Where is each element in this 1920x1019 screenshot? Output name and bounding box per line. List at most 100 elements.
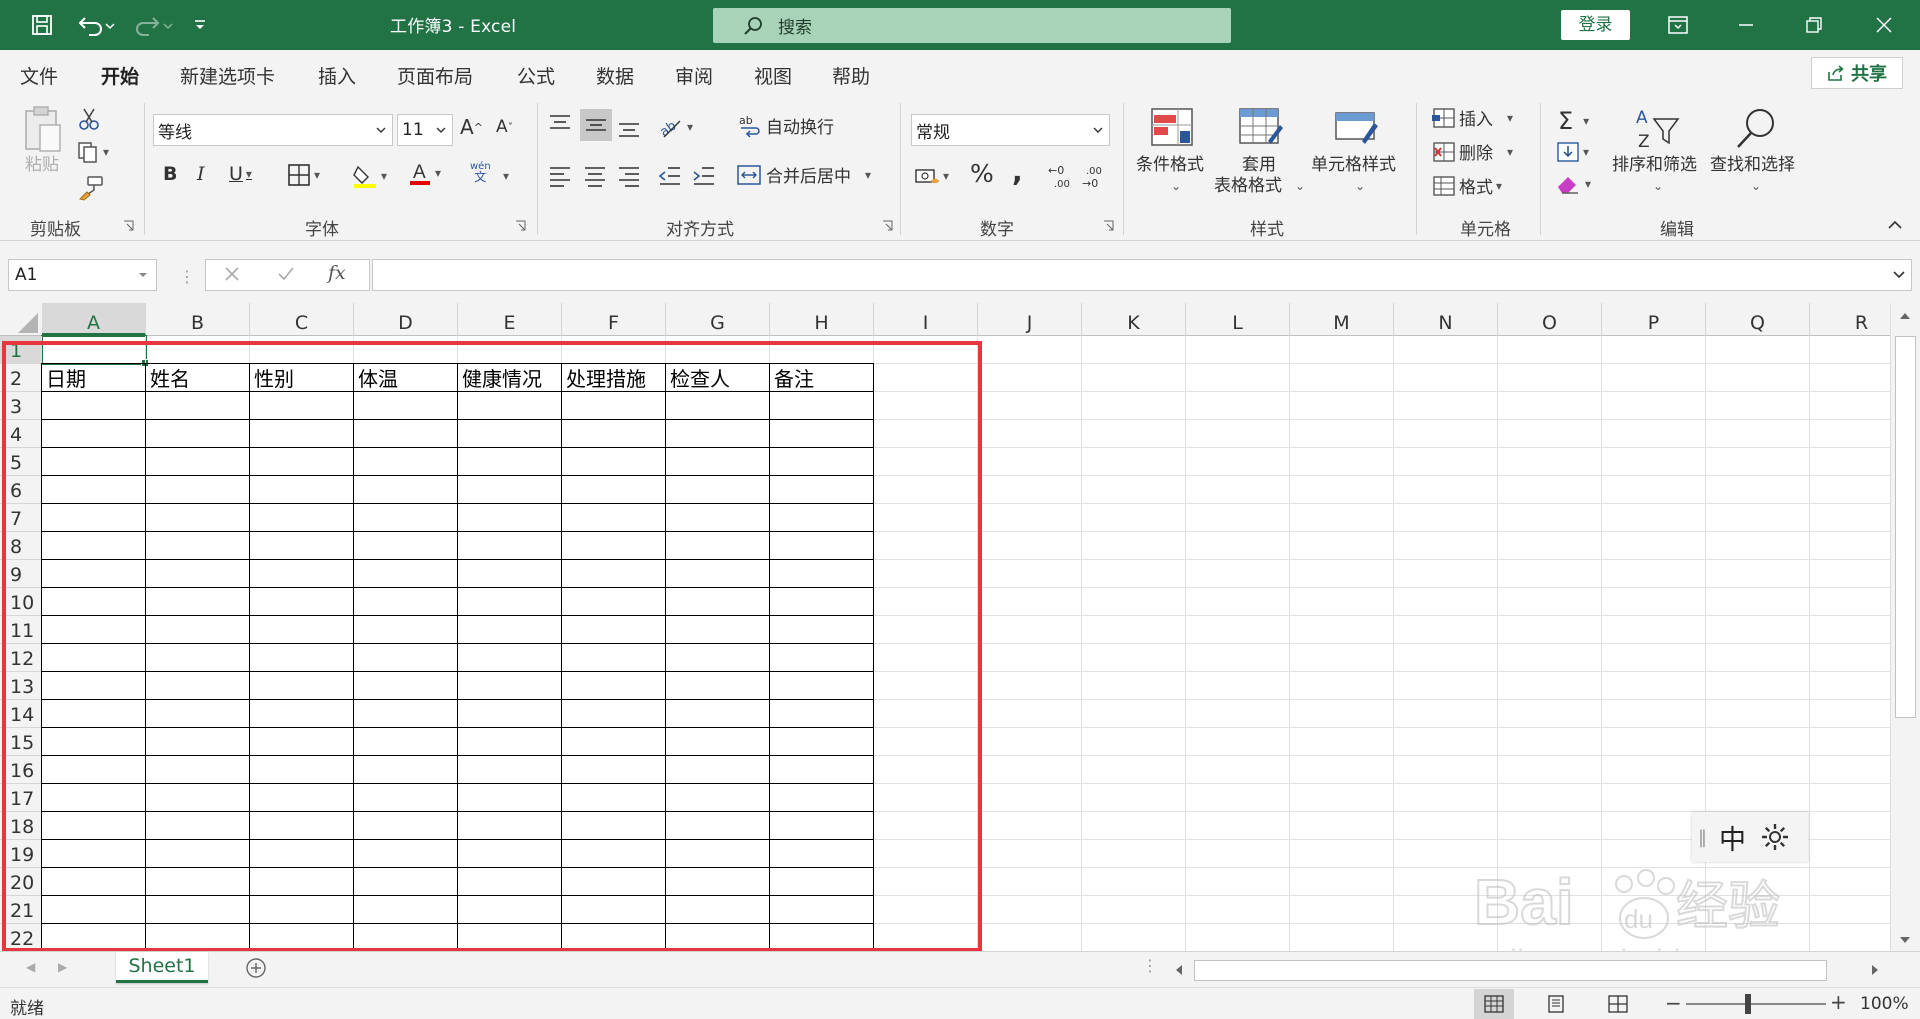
expand-formula-bar-icon[interactable] <box>1893 271 1905 279</box>
column-header-H[interactable]: H <box>770 303 874 336</box>
name-box-dropdown-icon[interactable] <box>138 271 148 279</box>
column-header-J[interactable]: J <box>978 303 1082 336</box>
borders-button[interactable]: ▾ <box>287 163 320 187</box>
tab-insert[interactable]: 插入 <box>318 62 356 89</box>
decrease-decimal-icon[interactable]: .00 →0 <box>1080 163 1108 189</box>
share-button[interactable]: 共享 <box>1811 57 1903 89</box>
column-header-G[interactable]: G <box>666 303 770 336</box>
formula-bar-grip-icon[interactable]: ⋮ <box>179 267 195 286</box>
phonetic-dropdown[interactable]: ▾ <box>500 169 509 183</box>
customize-toolbar-icon[interactable] <box>188 10 212 40</box>
alignment-launcher-icon[interactable] <box>882 220 893 231</box>
scroll-left-icon[interactable] <box>1174 964 1184 976</box>
format-as-table-label-1[interactable]: 套用 <box>1242 155 1276 176</box>
format-cells-button[interactable]: 格式 ▾ <box>1432 173 1502 198</box>
collapse-ribbon-icon[interactable] <box>1888 220 1902 230</box>
number-format-select[interactable]: 常规 <box>911 114 1110 146</box>
font-color-button[interactable]: A ▾ <box>408 159 441 187</box>
scroll-right-icon[interactable] <box>1870 964 1880 976</box>
format-painter-icon[interactable] <box>78 175 104 201</box>
zoom-slider-track[interactable] <box>1686 1003 1826 1005</box>
column-header-N[interactable]: N <box>1394 303 1498 336</box>
delete-cells-button[interactable]: 删除 ▾ <box>1432 139 1513 164</box>
tab-file[interactable]: 文件 <box>20 62 58 89</box>
tab-review[interactable]: 审阅 <box>675 62 713 89</box>
font-launcher-icon[interactable] <box>515 220 526 231</box>
font-size-select[interactable]: 11 <box>397 114 453 146</box>
confirm-entry-icon[interactable] <box>276 264 296 284</box>
autosum-button[interactable]: Σ ▾ <box>1558 107 1589 135</box>
formula-input[interactable] <box>372 259 1912 291</box>
decrease-indent-icon[interactable] <box>658 165 682 187</box>
tab-new-tab[interactable]: 新建选项卡 <box>180 62 275 89</box>
page-layout-view-icon[interactable] <box>1536 989 1576 1019</box>
wrap-text-button[interactable]: ab 自动换行 <box>738 113 834 139</box>
accounting-format-button[interactable]: ▾ <box>914 165 949 187</box>
chevron-down-icon[interactable]: ⌄ <box>1748 179 1761 193</box>
insert-function-icon[interactable]: fx <box>328 262 346 284</box>
cell-styles-label[interactable]: 单元格样式 <box>1311 155 1396 176</box>
clear-button[interactable]: ▾ <box>1556 173 1591 195</box>
horizontal-scrollbar[interactable] <box>1168 958 1890 984</box>
restore-icon[interactable] <box>1790 5 1838 45</box>
copy-button[interactable]: ▾ <box>76 140 109 164</box>
column-header-Q[interactable]: Q <box>1706 303 1810 336</box>
paste-button[interactable]: 粘贴 <box>20 105 64 176</box>
ime-grip-icon[interactable]: ‖ <box>1698 827 1707 848</box>
font-name-select[interactable]: 等线 <box>153 114 393 146</box>
tab-page-layout[interactable]: 页面布局 <box>397 62 473 89</box>
sort-filter-label[interactable]: 排序和筛选 <box>1612 155 1697 176</box>
worksheet-grid[interactable]: ABCDEFGHIJKLMNOPQR 1 2 3 4 5 6 7 8 9 10 11 12 13 14 15… <box>0 303 1920 951</box>
sheet-tab-sheet1[interactable]: Sheet1 <box>116 952 208 983</box>
decrease-font-size-icon[interactable]: Aˇ <box>496 117 513 137</box>
chevron-down-icon[interactable]: ⌄ <box>1352 179 1365 193</box>
close-icon[interactable] <box>1860 5 1908 45</box>
merge-center-button[interactable]: 合并后居中 ▾ <box>736 162 871 187</box>
tab-home[interactable]: 开始 <box>101 62 140 98</box>
underline-button[interactable]: U ▾ <box>229 163 252 185</box>
tab-view[interactable]: 视图 <box>754 62 792 89</box>
insert-cells-button[interactable]: 插入 ▾ <box>1432 105 1513 130</box>
login-button[interactable]: 登录 <box>1561 10 1630 40</box>
ime-mode-toggle[interactable]: 中 <box>1719 818 1746 857</box>
column-header-O[interactable]: O <box>1498 303 1602 336</box>
column-header-E[interactable]: E <box>458 303 562 336</box>
zoom-out-icon[interactable]: − <box>1665 991 1682 1015</box>
fill-color-button[interactable]: ▾ <box>352 163 387 189</box>
undo-icon[interactable] <box>70 10 120 40</box>
bold-button[interactable]: B <box>163 163 177 185</box>
format-as-table-label-2[interactable]: 表格格式 <box>1214 176 1282 197</box>
prev-sheet-icon[interactable]: ◀ <box>26 960 35 974</box>
column-header-L[interactable]: L <box>1186 303 1290 336</box>
chevron-down-icon[interactable]: ⌄ <box>1168 179 1181 193</box>
increase-indent-icon[interactable] <box>692 165 716 187</box>
cancel-entry-icon[interactable] <box>222 264 242 284</box>
scroll-up-icon[interactable] <box>1899 311 1911 321</box>
normal-view-icon[interactable] <box>1474 989 1514 1019</box>
format-as-table-icon[interactable] <box>1238 107 1284 147</box>
horizontal-scroll-thumb[interactable] <box>1194 960 1827 981</box>
minimize-icon[interactable] <box>1722 5 1770 45</box>
redo-icon[interactable] <box>128 10 178 40</box>
column-header-A[interactable]: A <box>42 303 146 336</box>
zoom-in-icon[interactable]: + <box>1830 990 1847 1014</box>
column-header-C[interactable]: C <box>250 303 354 336</box>
chevron-down-icon[interactable]: ⌄ <box>1650 179 1663 193</box>
column-header-P[interactable]: P <box>1602 303 1706 336</box>
cut-icon[interactable] <box>78 107 100 131</box>
save-icon[interactable] <box>24 10 60 40</box>
tab-data[interactable]: 数据 <box>596 62 634 89</box>
search-box[interactable]: 搜索 <box>713 8 1231 43</box>
column-header-K[interactable]: K <box>1082 303 1186 336</box>
comma-style-button[interactable]: , <box>1012 155 1023 188</box>
column-header-I[interactable]: I <box>874 303 978 336</box>
find-select-label[interactable]: 查找和选择 <box>1710 155 1795 176</box>
scroll-down-icon[interactable] <box>1899 935 1911 945</box>
find-select-icon[interactable] <box>1732 105 1778 153</box>
tab-help[interactable]: 帮助 <box>832 62 870 89</box>
settings-gear-icon[interactable] <box>1760 822 1790 852</box>
zoom-level[interactable]: 100% <box>1860 994 1909 1014</box>
orientation-button[interactable]: ab ▾ <box>658 115 693 139</box>
align-center-icon[interactable] <box>583 165 607 187</box>
tab-formulas[interactable]: 公式 <box>517 62 555 89</box>
